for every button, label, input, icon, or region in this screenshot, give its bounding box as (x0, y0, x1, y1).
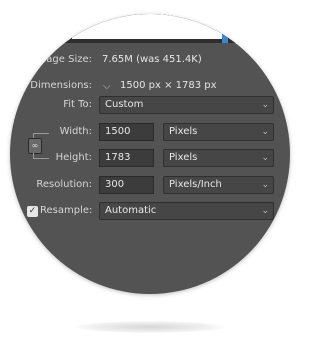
width-row: Width: 1500 Pixels ⌄ (10, 122, 290, 142)
height-unit-value: Pixels (169, 152, 198, 163)
resample-select[interactable]: Automatic ⌄ (99, 202, 274, 220)
image-size-dialog: Image Size: 7.65M (was 451.4K) Dimension… (10, 14, 290, 294)
height-input[interactable]: 1783 (99, 149, 154, 167)
height-label: Height: (55, 152, 92, 163)
dimensions-label: Dimensions: (30, 80, 92, 91)
fit-to-select[interactable]: Custom ⌄ (99, 96, 274, 114)
image-size-row: Image Size: 7.65M (was 451.4K) (10, 50, 290, 70)
chevron-down-icon: ⌄ (261, 100, 269, 110)
dimensions-row: Dimensions: ⌵ 1500 px × 1783 px (10, 76, 290, 96)
height-row: Height: 1783 Pixels ⌄ (10, 148, 290, 168)
height-unit-select[interactable]: Pixels ⌄ (163, 149, 274, 167)
width-input[interactable]: 1500 (99, 123, 154, 141)
resolution-label: Resolution: (36, 179, 92, 190)
resample-value: Automatic (105, 205, 157, 216)
resample-row: Resample: Automatic ⌄ (10, 201, 290, 221)
chevron-down-icon: ⌄ (261, 127, 269, 137)
ground-shadow (75, 321, 225, 333)
resolution-row: Resolution: 300 Pixels/Inch ⌄ (10, 175, 290, 195)
fit-to-row: Fit To: Custom ⌄ (10, 95, 290, 115)
width-unit-value: Pixels (169, 126, 198, 137)
resolution-unit-value: Pixels/Inch (169, 179, 222, 190)
image-size-value: 7.65M (was 451.4K) (102, 54, 202, 65)
width-label: Width: (59, 126, 92, 137)
fit-to-value: Custom (105, 99, 144, 110)
image-size-label: Image Size: (33, 54, 92, 65)
chevron-down-icon[interactable]: ⌵ (103, 81, 111, 92)
chevron-down-icon: ⌄ (261, 180, 269, 190)
resample-label: Resample: (40, 205, 93, 216)
width-unit-select[interactable]: Pixels ⌄ (163, 123, 274, 141)
zoom-circle: Image Size: 7.65M (was 451.4K) Dimension… (10, 14, 290, 294)
chevron-down-icon: ⌄ (261, 206, 269, 216)
resolution-unit-select[interactable]: Pixels/Inch ⌄ (163, 176, 274, 194)
resolution-input[interactable]: 300 (99, 176, 154, 194)
dimensions-value: 1500 px × 1783 px (120, 80, 217, 91)
chevron-down-icon: ⌄ (261, 153, 269, 163)
fit-to-label: Fit To: (63, 99, 92, 110)
